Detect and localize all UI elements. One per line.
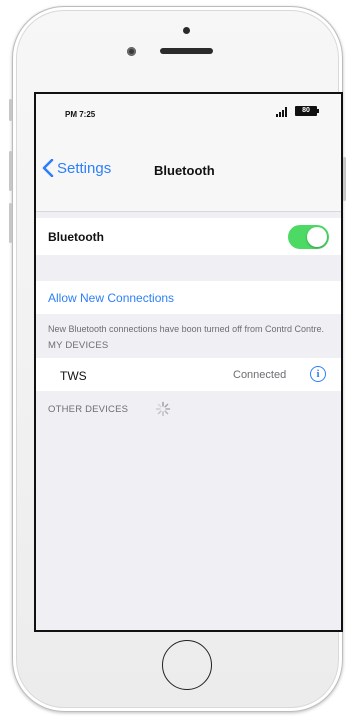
navigation-bar: Settings Bluetooth: [36, 134, 341, 212]
back-button-label: Settings: [57, 159, 112, 177]
earpiece-speaker: [160, 48, 213, 54]
battery-level: 80: [302, 107, 310, 114]
allow-new-connections-row[interactable]: Allow New Connections: [36, 281, 341, 314]
chevron-left-icon: [42, 159, 54, 177]
loading-spinner-icon: [155, 401, 171, 417]
bluetooth-footnote: New Bluetooth connections have boon turn…: [48, 324, 324, 334]
signal-strength-icon: [276, 107, 292, 117]
bluetooth-toggle-row: Bluetooth: [36, 218, 341, 255]
toggle-knob: [307, 227, 327, 247]
proximity-sensor: [183, 27, 190, 34]
back-button[interactable]: Settings: [42, 159, 111, 177]
power-button: [343, 157, 346, 201]
bluetooth-label: Bluetooth: [48, 230, 104, 244]
info-icon[interactable]: i: [310, 366, 326, 382]
mute-switch: [9, 99, 12, 121]
device-status: Connected: [233, 369, 287, 381]
phone-screen: PM 7:25 80 Settings Bluetooth Bluetooth …: [34, 92, 343, 632]
status-time: PM 7:25: [65, 110, 96, 119]
device-name: TWS: [60, 369, 87, 383]
home-button[interactable]: [162, 640, 212, 690]
my-devices-header: MY DEVICES: [48, 340, 109, 351]
volume-down-button: [9, 203, 12, 243]
front-camera: [127, 47, 136, 56]
status-bar: PM 7:25 80: [36, 94, 341, 134]
battery-icon: 80: [295, 106, 319, 116]
other-devices-header: OTHER DEVICES: [48, 404, 129, 415]
allow-new-connections-link[interactable]: Allow New Connections: [48, 291, 174, 305]
page-title: Bluetooth: [154, 163, 215, 178]
device-row-tws[interactable]: TWS Connected i: [36, 358, 341, 391]
bluetooth-toggle[interactable]: [288, 225, 329, 249]
volume-up-button: [9, 151, 12, 191]
